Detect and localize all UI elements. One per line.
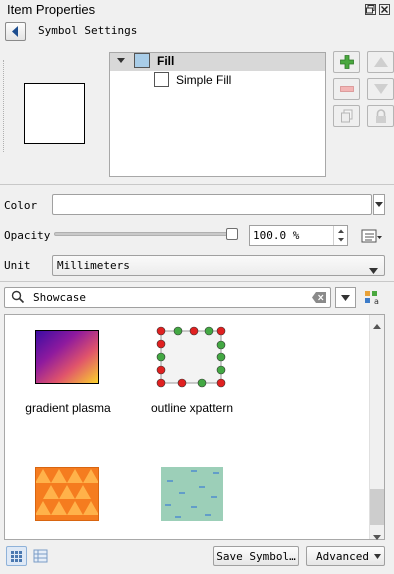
spin-arrows-icon	[338, 229, 344, 242]
style-manager-icon: a	[365, 291, 379, 306]
outline-xpattern-swatch	[156, 326, 226, 388]
gallery-item-teal-pattern[interactable]	[161, 467, 223, 521]
gallery-item-outline-xpattern[interactable]	[154, 325, 226, 388]
orange-triangles-swatch	[35, 467, 99, 521]
grid-view-icon	[11, 551, 22, 562]
minus-icon	[339, 86, 354, 92]
search-value: Showcase	[33, 291, 86, 304]
lock-layer-button[interactable]	[367, 105, 394, 127]
simple-fill-layer-label[interactable]: Simple Fill	[176, 73, 231, 87]
remove-layer-button[interactable]	[333, 78, 360, 100]
window-title: Item Properties	[7, 2, 96, 17]
opacity-slider-track[interactable]	[54, 232, 236, 236]
style-manager-button[interactable]: a	[364, 290, 382, 309]
gradient-plasma-swatch	[35, 330, 99, 384]
advanced-label: Advanced	[316, 549, 369, 563]
data-defined-override-button[interactable]	[355, 225, 385, 246]
gallery-item-orange-triangles[interactable]	[35, 467, 99, 521]
add-layer-button[interactable]	[333, 51, 360, 73]
chevron-down-icon	[341, 294, 350, 301]
clear-icon	[312, 292, 326, 303]
list-view-button[interactable]	[30, 546, 51, 566]
scroll-up-arrow-icon[interactable]	[373, 318, 381, 332]
save-symbol-button[interactable]: Save Symbol…	[213, 546, 299, 566]
fill-layer-label[interactable]: Fill	[157, 54, 174, 68]
teal-pattern-swatch	[161, 467, 223, 521]
simple-fill-swatch	[154, 72, 169, 87]
opacity-label: Opacity	[4, 229, 51, 242]
expand-arrow-icon[interactable]	[117, 58, 125, 63]
opacity-slider-handle[interactable]	[226, 228, 238, 240]
color-dropdown[interactable]	[373, 194, 385, 215]
back-button[interactable]	[5, 22, 26, 41]
section-divider	[0, 281, 394, 282]
close-icon	[381, 6, 388, 13]
move-down-button[interactable]	[367, 78, 394, 100]
duplicate-layer-button[interactable]	[333, 105, 360, 127]
lock-icon	[375, 108, 386, 123]
color-button[interactable]	[52, 194, 372, 215]
chevron-down-icon	[369, 268, 378, 274]
gallery-item-label: outline xpattern	[150, 401, 234, 415]
svg-text:a: a	[374, 297, 379, 306]
down-arrow-icon	[373, 84, 388, 94]
chevron-down-icon	[374, 554, 381, 559]
duplicate-icon	[340, 109, 352, 123]
symbol-settings-label: Symbol Settings	[38, 24, 138, 37]
unit-chevron	[369, 263, 378, 277]
color-label: Color	[4, 199, 38, 212]
data-defined-icon	[361, 229, 382, 243]
search-icon	[11, 290, 25, 307]
float-icon	[366, 5, 375, 14]
scroll-down-arrow-icon[interactable]	[373, 529, 381, 543]
up-arrow-icon	[373, 57, 388, 67]
unit-value: Millimeters	[57, 259, 130, 272]
gallery-item-label: gradient plasma	[25, 401, 111, 415]
panel-splitter[interactable]	[3, 60, 4, 152]
unit-label: Unit	[4, 259, 31, 272]
symbol-preview	[24, 83, 85, 144]
opacity-spin-arrows[interactable]	[333, 226, 347, 245]
move-up-button[interactable]	[367, 51, 394, 73]
close-window-button[interactable]	[379, 4, 390, 15]
scrollbar-thumb[interactable]	[370, 489, 384, 525]
list-view-icon	[33, 549, 48, 563]
advanced-button[interactable]: Advanced	[306, 546, 385, 566]
clear-search-button[interactable]	[312, 292, 326, 306]
section-divider	[0, 184, 394, 185]
chevron-down-icon	[375, 202, 383, 207]
float-window-button[interactable]	[365, 4, 376, 15]
search-dropdown-button[interactable]	[335, 287, 356, 308]
opacity-value: 100.0 %	[253, 229, 300, 242]
icon-view-button[interactable]	[6, 546, 27, 566]
plus-icon	[339, 55, 354, 69]
back-arrow-icon	[12, 26, 18, 37]
gallery-item-gradient-plasma[interactable]	[35, 330, 99, 384]
fill-layer-swatch	[134, 53, 150, 68]
